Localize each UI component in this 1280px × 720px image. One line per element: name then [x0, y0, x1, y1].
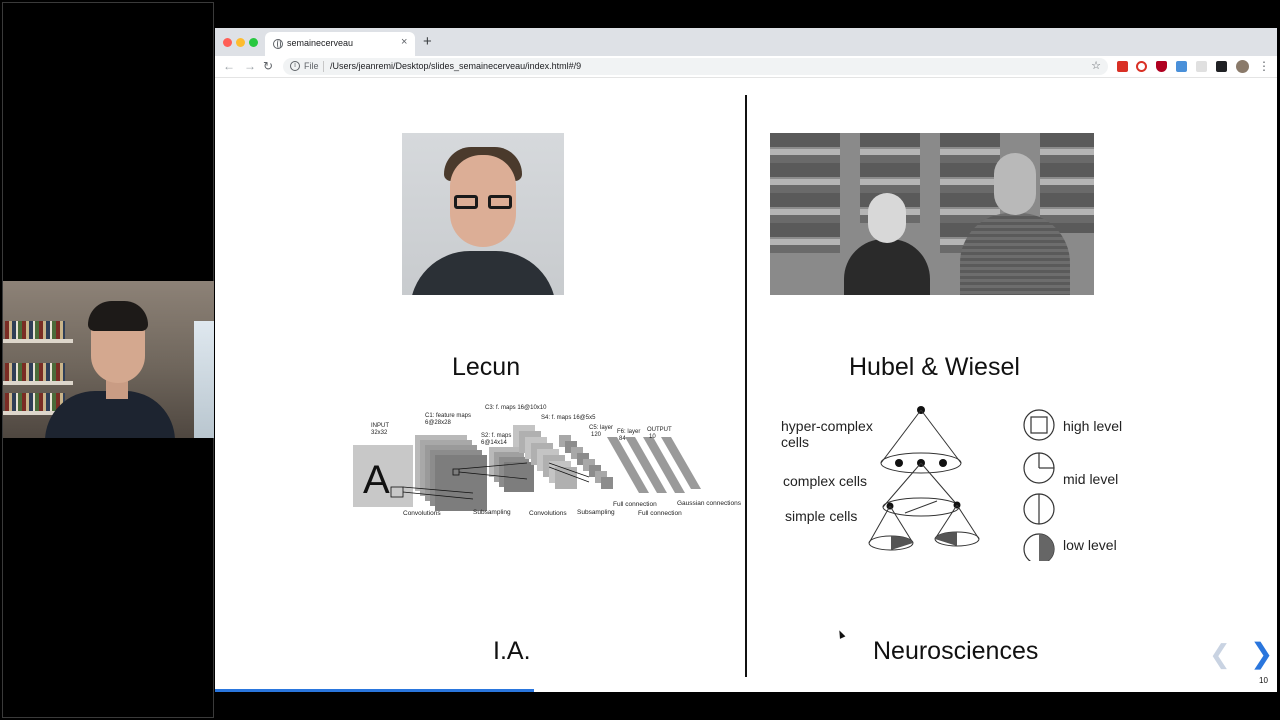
label-input: INPUT: [371, 423, 389, 429]
op-gauss: Gaussian connections: [677, 500, 742, 507]
url-separator: [323, 61, 324, 72]
bookmark-star-icon[interactable]: ☆: [1091, 59, 1101, 72]
op-full1: Full connection: [613, 501, 657, 508]
label-output-size: 10: [649, 434, 656, 440]
label-mid-level: mid level: [1063, 471, 1118, 487]
tab-semainecerveau[interactable]: semainecerveau ×: [265, 32, 415, 56]
forward-button[interactable]: →: [244, 59, 256, 73]
ia-label: I.A.: [493, 637, 531, 665]
browser-toolbar: ← → ↻ i File /Users/jeanremi/Desktop/sli…: [215, 56, 1277, 78]
op-sub1: Subsampling: [473, 509, 511, 516]
puzzle-extensions-icon[interactable]: [1216, 61, 1227, 72]
label-s2-size: 6@14x14: [481, 440, 507, 446]
address-bar[interactable]: i File /Users/jeanremi/Desktop/slides_se…: [283, 58, 1108, 75]
slide-number: 10: [1259, 676, 1268, 685]
globe-icon: [273, 39, 283, 49]
hierarchy-diagram: hyper-complex cells complex cells simple…: [781, 406, 1122, 561]
op-conv2: Convolutions: [529, 510, 567, 517]
minimize-window-button[interactable]: [236, 38, 245, 47]
new-tab-button[interactable]: +: [423, 33, 432, 50]
extension-icon-4[interactable]: [1176, 61, 1187, 72]
lecun-photo: [402, 133, 564, 295]
op-full2: Full connection: [638, 510, 682, 517]
label-cells: cells: [781, 434, 809, 450]
label-complex-cells: complex cells: [783, 473, 867, 489]
op-conv1: Convolutions: [403, 510, 441, 517]
back-button[interactable]: ←: [223, 59, 235, 73]
slide-divider: [745, 95, 747, 677]
slide-progress-bar: [215, 689, 1277, 692]
label-c5: C5: layer: [589, 425, 613, 431]
url-text[interactable]: /Users/jeanremi/Desktop/slides_semainece…: [330, 61, 581, 71]
hubel-wiesel-photo: [770, 133, 1094, 295]
reload-button[interactable]: ↻: [263, 59, 273, 73]
previous-slide-arrow-icon[interactable]: ❮: [1209, 639, 1231, 670]
c1-stack: [415, 435, 487, 511]
zoom-window-button[interactable]: [249, 38, 258, 47]
label-s4: S4: f. maps 16@5x5: [541, 415, 596, 421]
tab-title: semainecerveau: [287, 38, 354, 48]
menu-kebab-icon[interactable]: ⋮: [1258, 59, 1270, 73]
label-high-level: high level: [1063, 418, 1122, 434]
next-slide-arrow-icon[interactable]: ❯: [1250, 637, 1273, 670]
slide: Lecun Hubel & Wiesel A INPUT 32x32 C1: f…: [215, 79, 1277, 692]
extension-icon-5[interactable]: [1196, 61, 1207, 72]
browser-window: semainecerveau × + ← → ↻ i File /Users/j…: [215, 28, 1277, 692]
label-c5-size: 120: [591, 432, 602, 438]
url-scheme: File: [304, 61, 319, 71]
label-low-level: low level: [1063, 537, 1117, 553]
neurosciences-label: Neurosciences: [873, 637, 1039, 665]
play-extension-icon[interactable]: [1136, 61, 1147, 72]
tab-close-button[interactable]: ×: [401, 36, 407, 48]
slide-progress-fill: [215, 689, 534, 692]
hubel-wiesel-name: Hubel & Wiesel: [849, 353, 1020, 381]
full-layers: [607, 437, 701, 493]
tab-bar: semainecerveau × +: [215, 28, 1277, 56]
webcam-video: [3, 281, 214, 438]
letter-a: A: [363, 458, 390, 502]
label-f6-size: 84: [619, 436, 626, 442]
info-icon[interactable]: i: [290, 61, 300, 71]
label-output: OUTPUT: [647, 427, 672, 433]
close-window-button[interactable]: [223, 38, 232, 47]
label-c1: C1: feature maps: [425, 413, 471, 419]
label-simple-cells: simple cells: [785, 508, 857, 524]
profile-avatar[interactable]: [1236, 60, 1249, 73]
lecun-name: Lecun: [452, 353, 521, 381]
screen: semainecerveau × + ← → ↻ i File /Users/j…: [0, 0, 1280, 720]
shield-extension-icon[interactable]: [1156, 61, 1167, 72]
op-sub2: Subsampling: [577, 509, 615, 516]
lenet-diagram: A INPUT 32x32 C1: feature maps 6@28x28 C…: [353, 405, 742, 517]
label-c1-size: 6@28x28: [425, 420, 451, 426]
extension-icon-1[interactable]: [1117, 61, 1128, 72]
label-f6: F6: layer: [617, 429, 640, 435]
label-input-size: 32x32: [371, 430, 388, 436]
label-s2: S2: f. maps: [481, 433, 511, 439]
label-c3: C3: f. maps 16@10x10: [485, 405, 547, 411]
label-hyper-complex: hyper-complex: [781, 418, 873, 434]
